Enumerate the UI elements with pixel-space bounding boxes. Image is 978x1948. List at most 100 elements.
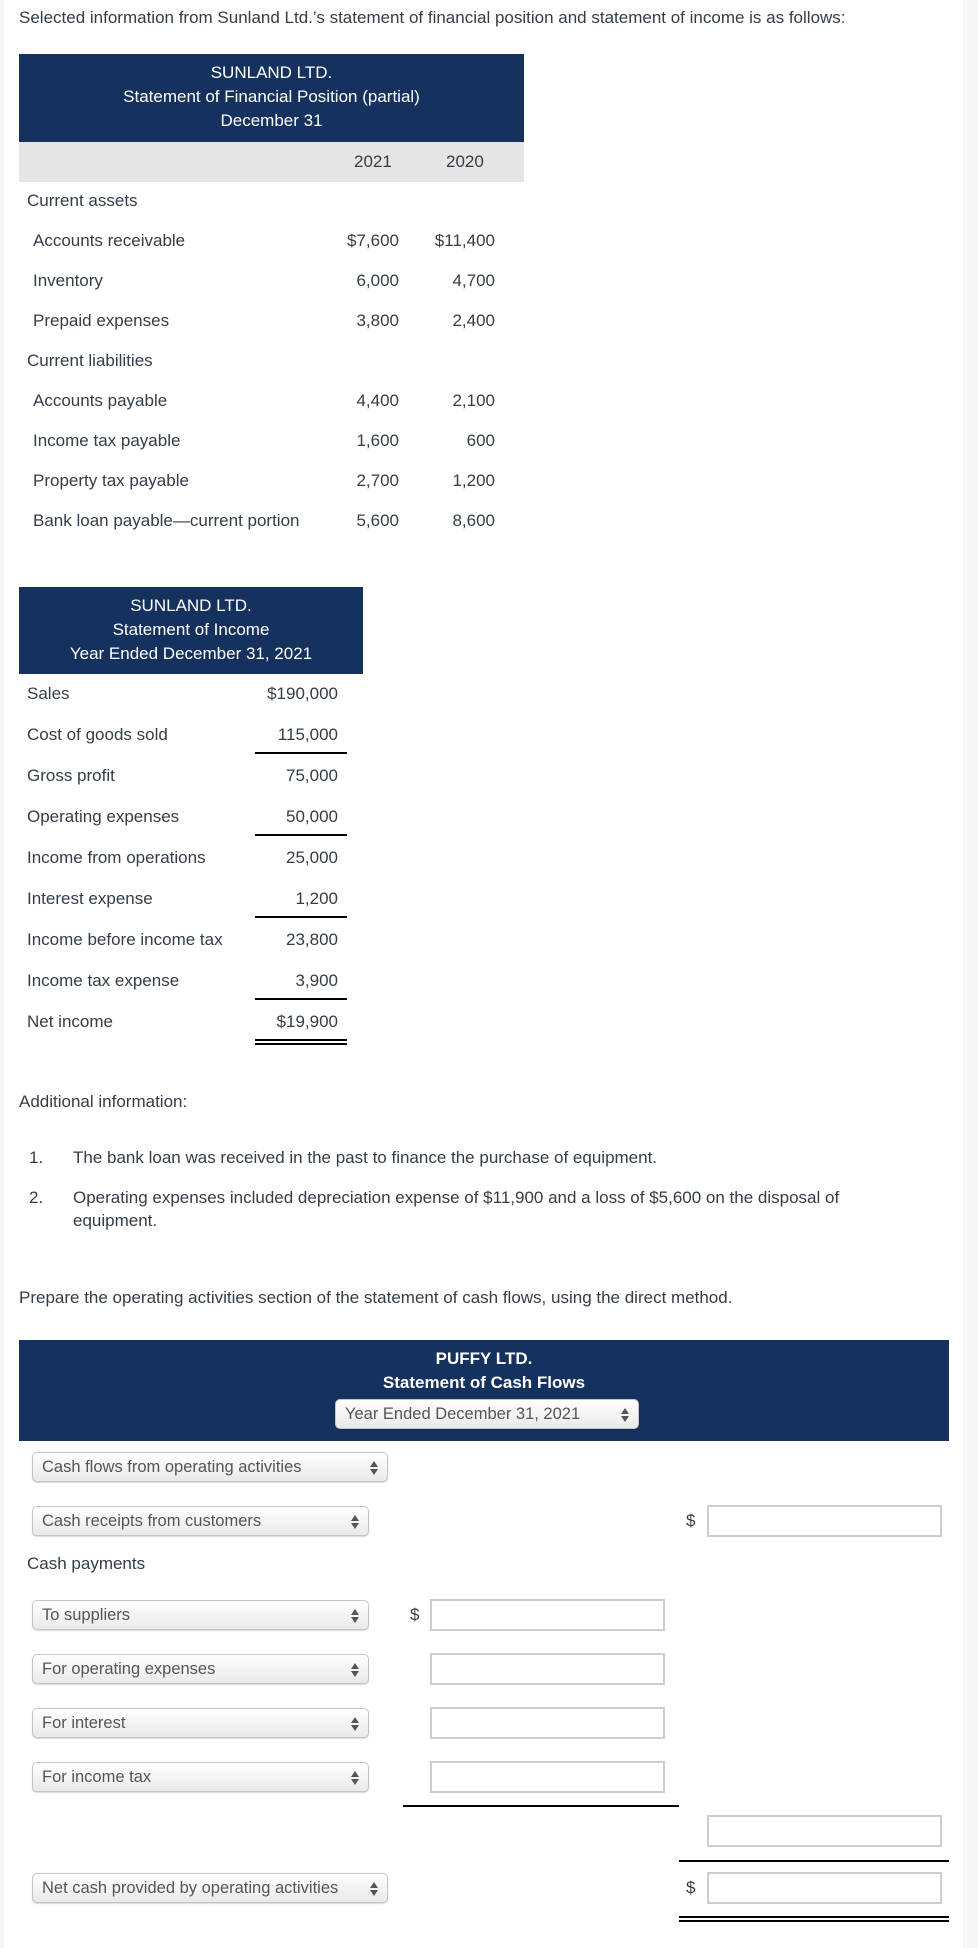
payment-select-interest[interactable]: For interest [32,1708,369,1738]
section-select-value: Cash flows from operating activities [42,1458,302,1476]
select-arrows-icon [351,1608,359,1624]
list-item-text: Operating expenses included depreciation… [73,1188,840,1207]
payment-select-suppliers[interactable]: To suppliers [32,1600,369,1630]
operating-expenses-amount-input[interactable] [430,1653,665,1685]
select-arrows-icon [370,1881,378,1897]
payment-select-operating[interactable]: For operating expenses [32,1654,369,1684]
select-arrows-icon [351,1770,359,1786]
receipts-select[interactable]: Cash receipts from customers [32,1506,369,1536]
cfs-header: PUFFY LTD. Statement of Cash Flows Year … [19,1340,949,1441]
payment-select-value: To suppliers [42,1606,131,1624]
income-row-label: Sales [27,684,70,703]
income-period: Year Ended December 31, 2021 [69,644,313,663]
select-arrows-icon [351,1514,359,1530]
sfp-row-label: Property tax payable [33,471,189,490]
list-number: 1. [29,1148,44,1167]
sfp-value-2021: 5,600 [356,511,399,530]
income-tax-amount-input[interactable] [430,1761,665,1793]
select-arrows-icon [621,1407,629,1423]
payment-select-value: For income tax [42,1768,152,1786]
currency-symbol: $ [686,1511,696,1530]
sfp-value-2020: 8,600 [452,511,495,530]
sfp-value-2021: 1,600 [356,431,399,450]
sfp-row-label: Bank loan payable—current portion [33,511,300,530]
sfp-row-label: Income tax payable [33,431,181,450]
page: Selected information from Sunland Ltd.’s… [4,0,963,1948]
income-title: Statement of Income [112,620,270,639]
subtotal-rule [255,834,347,836]
net-cash-select[interactable]: Net cash provided by operating activitie… [32,1873,388,1903]
sfp-value-2021: 6,000 [356,271,399,290]
income-row-value: 23,800 [286,930,338,949]
cfs-title: Statement of Cash Flows [382,1373,586,1392]
sfp-column-header: 2021 2020 [19,142,524,182]
net-cash-select-value: Net cash provided by operating activitie… [42,1879,339,1897]
sfp-value-2020: $11,400 [434,231,495,250]
period-select[interactable]: Year Ended December 31, 2021 [335,1399,639,1429]
total-double-rule [255,1039,347,1045]
select-arrows-icon [370,1460,378,1476]
sfp-value-2021: 2,700 [356,471,399,490]
total-payments-input[interactable] [707,1815,942,1847]
income-row-label: Income from operations [27,848,206,867]
subtotal-rule [255,998,347,1000]
period-select-value: Year Ended December 31, 2021 [345,1405,581,1423]
currency-symbol: $ [410,1605,420,1624]
sfp-title: Statement of Financial Position (partial… [123,87,420,106]
income-row-value: 3,900 [295,971,338,990]
sfp-value-2020: 2,100 [452,391,495,410]
income-row-label: Cost of goods sold [27,725,168,744]
payment-select-income-tax[interactable]: For income tax [32,1762,369,1792]
sfp-row-label: Accounts payable [33,391,168,410]
income-row-label: Net income [27,1012,113,1031]
select-arrows-icon [351,1716,359,1732]
payment-select-value: For interest [42,1714,126,1732]
income-row-label: Operating expenses [27,807,180,826]
suppliers-amount-input[interactable] [430,1599,665,1631]
sfp-value-2020: 1,200 [452,471,495,490]
section-current-assets: Current assets [27,191,138,210]
income-row-value: $190,000 [267,684,338,703]
col-2021: 2021 [354,152,392,171]
income-company: SUNLAND LTD. [130,596,252,615]
sfp-value-2021: 3,800 [356,311,399,330]
instruction-text: Prepare the operating activities section… [19,1288,733,1307]
income-row-value: 115,000 [277,725,338,744]
income-row-value: 75,000 [286,766,338,785]
sfp-value-2020: 600 [466,431,495,450]
sfp-company: SUNLAND LTD. [210,63,333,82]
subtotal-rule [255,916,347,918]
income-row-label: Gross profit [27,766,115,785]
subtotal-rule [403,1805,679,1807]
sfp-value-2021: $7,600 [347,231,399,250]
income-row-label: Interest expense [27,889,153,908]
section-select[interactable]: Cash flows from operating activities [32,1452,388,1482]
sfp-row-label: Inventory [33,271,103,290]
interest-amount-input[interactable] [430,1707,665,1739]
cfs-company: PUFFY LTD. [435,1349,533,1368]
subtotal-rule [255,752,347,754]
sfp-row-label: Prepaid expenses [33,311,170,330]
payment-select-value: For operating expenses [42,1660,216,1678]
sfp-value-2020: 4,700 [452,271,495,290]
income-row-label: Income tax expense [27,971,180,990]
income-row-value: 1,200 [295,889,338,908]
sfp-date: December 31 [220,111,323,130]
list-item-text-continued: equipment. [73,1211,158,1230]
cash-payments-label: Cash payments [27,1554,146,1573]
intro-text: Selected information from Sunland Ltd.’s… [19,8,846,27]
receipts-amount-input[interactable] [707,1505,942,1537]
currency-symbol: $ [686,1878,696,1897]
sfp-header: SUNLAND LTD. Statement of Financial Posi… [19,54,524,142]
sfp-row-label: Accounts receivable [33,231,186,250]
receipts-select-value: Cash receipts from customers [42,1512,262,1530]
list-number: 2. [29,1188,44,1207]
total-double-rule [679,1916,949,1922]
income-row-label: Income before income tax [27,930,223,949]
net-cash-amount-input[interactable] [707,1872,942,1904]
select-arrows-icon [351,1662,359,1678]
section-current-liabilities: Current liabilities [27,351,153,370]
income-row-value: 25,000 [286,848,338,867]
subtotal-rule [679,1860,949,1862]
sfp-value-2021: 4,400 [356,391,399,410]
